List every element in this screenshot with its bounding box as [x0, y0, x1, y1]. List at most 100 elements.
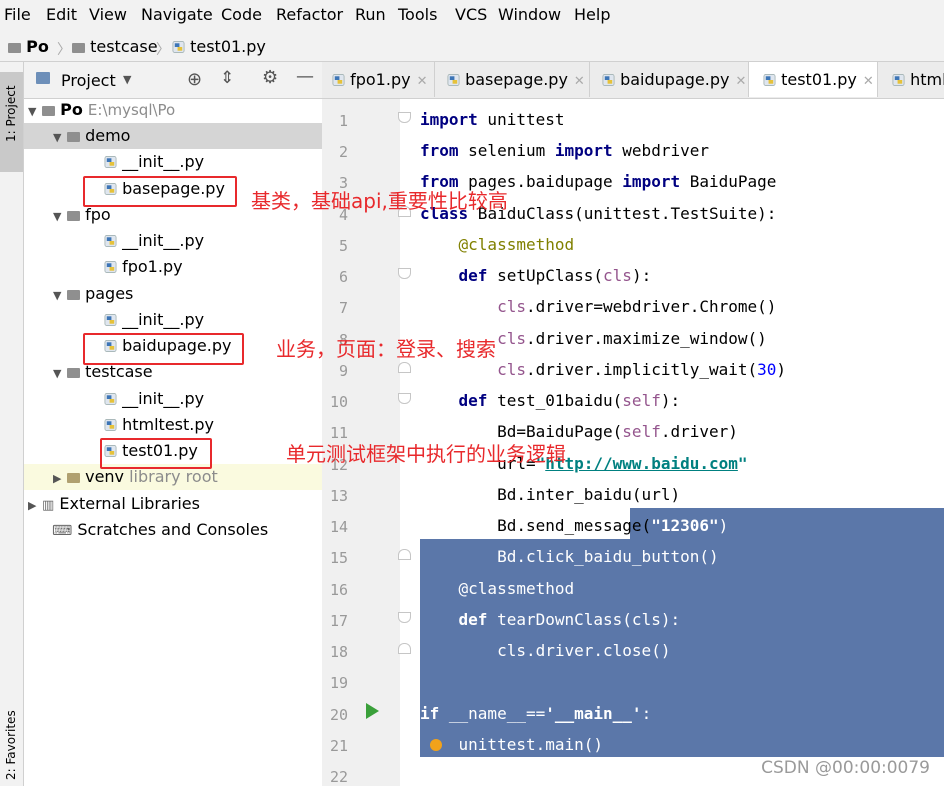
menu-tools[interactable]: Tools: [398, 5, 437, 24]
project-panel-header: Project ▼ ⊕ ⇕ ⚙ —: [24, 62, 322, 99]
annotation-baidupage: 业务，页面：登录、搜索: [276, 337, 496, 361]
project-view-selector[interactable]: Project: [61, 71, 116, 90]
menu-vcs[interactable]: VCS: [455, 5, 487, 24]
project-view-icon: [36, 72, 50, 84]
gear-icon[interactable]: ⚙: [262, 67, 278, 88]
menu-help[interactable]: Help: [574, 5, 610, 24]
folder-icon: [72, 43, 85, 53]
folder-icon: [67, 132, 80, 142]
tree-item-pages[interactable]: ▼ pages: [53, 281, 133, 307]
code-line-16: @classmethod: [420, 579, 575, 598]
tab-fpo1[interactable]: fpo1.py ✕: [322, 62, 435, 97]
highlight-box-basepage: [83, 176, 237, 207]
breadcrumb-po[interactable]: Po: [8, 37, 49, 56]
code-line-9: cls.driver.implicitly_wait(30): [497, 360, 787, 379]
tree-item-htmltest[interactable]: htmltest.py: [104, 412, 214, 438]
folder-icon: [8, 43, 21, 53]
folder-icon: [67, 290, 80, 300]
code-line-18: cls.driver.close(): [420, 641, 671, 660]
code-line-5: @classmethod: [458, 235, 575, 254]
line-number: 17: [329, 612, 348, 630]
tree-item-scratches[interactable]: ⌨ Scratches and Consoles: [52, 517, 268, 543]
line-number: 2: [338, 143, 348, 161]
chevron-right-icon: ▶: [28, 499, 37, 512]
breadcrumb-testcase[interactable]: testcase: [72, 37, 158, 56]
line-number: 6: [338, 268, 348, 286]
tree-item-init[interactable]: __init__.py: [104, 149, 204, 175]
line-number: 9: [338, 362, 348, 380]
code-line-2: from selenium import webdriver: [420, 141, 709, 160]
tree-item-external-libraries[interactable]: ▶ ▥ External Libraries: [28, 491, 200, 517]
highlight-box-test01: [100, 438, 212, 469]
line-number: 10: [329, 393, 348, 411]
fold-marker-icon[interactable]: [398, 112, 411, 123]
python-file-icon: [602, 74, 615, 86]
tree-item-demo[interactable]: ▼ demo: [53, 123, 130, 149]
code-line-6: def setUpClass(cls):: [458, 266, 652, 285]
python-file-icon: [104, 314, 117, 326]
tab-html[interactable]: html: [878, 62, 944, 97]
menu-window[interactable]: Window: [498, 5, 561, 24]
breadcrumb-test01[interactable]: test01.py: [172, 37, 266, 56]
code-line-21: unittest.main(): [420, 735, 604, 754]
favorites-tool-window-button[interactable]: 2: Favorites: [4, 710, 18, 780]
chevron-down-icon: ▼: [53, 289, 62, 302]
annotation-test01: 单元测试框架中执行的业务逻辑: [286, 442, 566, 466]
tree-item-init[interactable]: __init__.py: [104, 386, 204, 412]
chevron-down-icon: ▼: [28, 105, 37, 118]
close-icon[interactable]: ✕: [574, 74, 585, 89]
project-tool-window-label: 1: Project: [4, 85, 18, 142]
locate-file-icon[interactable]: ⊕: [187, 69, 202, 90]
menu-edit[interactable]: Edit: [46, 5, 77, 24]
minimize-icon[interactable]: —: [296, 66, 314, 87]
line-number: 22: [329, 768, 348, 786]
tree-item-po[interactable]: ▼ Po E:\mysql\Po: [28, 97, 175, 123]
fold-marker-icon[interactable]: [398, 362, 411, 373]
menu-code[interactable]: Code: [221, 5, 262, 24]
code-line-13: Bd.inter_baidu(url): [420, 485, 681, 504]
python-file-icon: [104, 235, 117, 247]
tree-item-fpo1[interactable]: fpo1.py: [104, 254, 183, 280]
tab-basepage[interactable]: basepage.py ✕: [435, 62, 590, 97]
tree-item-init[interactable]: __init__.py: [104, 228, 204, 254]
chevron-down-icon[interactable]: ▼: [123, 73, 131, 86]
line-number: 18: [329, 643, 348, 661]
close-icon[interactable]: ✕: [863, 74, 874, 89]
menu-view[interactable]: View: [89, 5, 127, 24]
collapse-all-icon[interactable]: ⇕: [220, 68, 234, 88]
chevron-right-icon: ▶: [53, 472, 62, 485]
fold-marker-icon[interactable]: [398, 612, 411, 623]
line-number: 13: [329, 487, 348, 505]
line-number: 21: [329, 737, 348, 755]
menu-refactor[interactable]: Refactor: [276, 5, 343, 24]
tab-baidupage[interactable]: baidupage.py ✕: [590, 62, 749, 97]
tree-item-init[interactable]: __init__.py: [104, 307, 204, 333]
code-line-14: Bd.send_message("12306"): [420, 516, 729, 535]
fold-marker-icon[interactable]: [398, 393, 411, 404]
python-file-icon: [104, 393, 117, 405]
chevron-down-icon: ▼: [53, 367, 62, 380]
menu-navigate[interactable]: Navigate: [141, 5, 213, 24]
code-line-10: def test_01baidu(self):: [458, 391, 681, 410]
line-number: 7: [338, 299, 348, 317]
line-number: 19: [329, 674, 348, 692]
line-number: 20: [329, 706, 348, 724]
fold-marker-icon[interactable]: [398, 268, 411, 279]
python-file-icon: [104, 419, 117, 431]
watermark: CSDN @00:00:0079: [761, 758, 930, 778]
tab-test01[interactable]: test01.py ✕: [749, 62, 878, 97]
project-tool-window-button[interactable]: 1: Project: [0, 72, 23, 172]
annotation-basepage: 基类，基础api,重要性比较高: [251, 189, 508, 213]
menu-bar: File Edit View Navigate Code Refactor Ru…: [0, 0, 944, 31]
chevron-down-icon: ▼: [53, 131, 62, 144]
close-icon[interactable]: ✕: [417, 74, 428, 89]
run-icon[interactable]: [366, 703, 379, 719]
fold-marker-icon[interactable]: [398, 643, 411, 654]
python-file-icon: [332, 74, 345, 86]
menu-run[interactable]: Run: [355, 5, 386, 24]
chevron-right-icon: 〉: [156, 42, 170, 58]
fold-marker-icon[interactable]: [398, 549, 411, 560]
close-icon[interactable]: ✕: [735, 74, 746, 89]
scratches-icon: ⌨: [52, 523, 73, 539]
menu-file[interactable]: File: [4, 5, 31, 24]
